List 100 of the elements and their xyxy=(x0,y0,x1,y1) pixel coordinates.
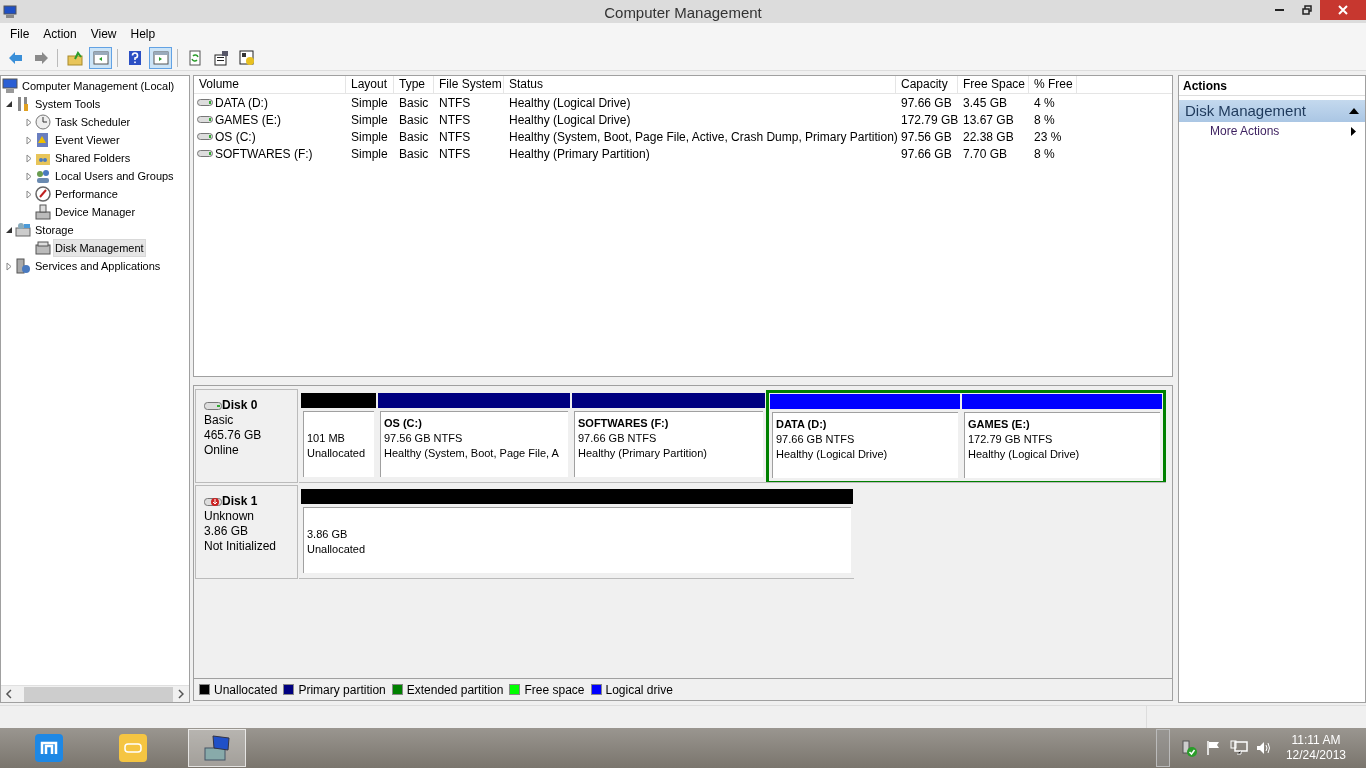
partition-name: DATA (D:) xyxy=(776,417,828,432)
services-icon xyxy=(15,258,31,274)
collapsed-arrow-icon[interactable] xyxy=(26,117,32,127)
restore-icon xyxy=(1301,5,1312,15)
collapsed-arrow-icon[interactable] xyxy=(6,261,12,271)
settings-icon xyxy=(238,49,255,66)
table-cell-text: Simple xyxy=(351,128,388,146)
legend-label: Free space xyxy=(524,681,585,699)
table-cell-text: NTFS xyxy=(439,111,471,129)
taskbar-button[interactable] xyxy=(188,729,246,767)
partition-panel[interactable]: DATA (D:) 97.66 GB NTFS Healthy (Logical Drive) xyxy=(772,412,958,478)
storage-icon xyxy=(15,222,31,238)
drive-icon xyxy=(197,149,213,158)
partition-info: Healthy (Logical Drive) xyxy=(968,447,1081,462)
menu-item[interactable]: Help xyxy=(124,24,162,44)
extended-partition[interactable]: DATA (D:) 97.66 GB NTFS Healthy (Logical Drive) GAMES (E:) 172.79 GB NTFS Healthy (Logical Drive) xyxy=(766,390,1166,482)
partition-info: Healthy (System, Boot, Page File, A xyxy=(384,446,560,461)
table-cell-text: 13.67 GB xyxy=(963,111,1014,129)
partition-info: 101 MB xyxy=(307,431,346,446)
usb-check-icon[interactable] xyxy=(1179,739,1198,757)
collapsed-arrow-icon[interactable] xyxy=(26,189,32,199)
menu-item[interactable]: File xyxy=(4,24,36,44)
partition-info: 3.86 GB xyxy=(307,527,349,542)
network-icon[interactable] xyxy=(1229,740,1248,756)
app-icon xyxy=(3,4,17,19)
tray-scroll[interactable] xyxy=(1155,729,1170,767)
clock-date[interactable]: 12/24/2013 xyxy=(1285,748,1346,763)
partition-name: SOFTWARES (F:) xyxy=(578,416,670,431)
close-icon xyxy=(1338,5,1348,15)
disk-name: Disk 1 xyxy=(222,494,258,509)
partition-info: 97.66 GB NTFS xyxy=(776,432,856,447)
speaker-icon[interactable] xyxy=(1255,740,1272,756)
column-header[interactable]: % Free xyxy=(1029,76,1077,93)
flag-icon[interactable] xyxy=(1205,740,1222,756)
tree-item[interactable]: System Tools xyxy=(33,95,103,113)
section-header[interactable]: Disk Management xyxy=(1179,100,1365,122)
column-header[interactable]: Type xyxy=(394,76,434,93)
submenu-arrow-icon xyxy=(1351,126,1356,136)
properties-icon xyxy=(212,49,229,66)
close-button[interactable] xyxy=(1320,0,1366,20)
folder-up-icon xyxy=(66,49,83,66)
expanded-arrow-icon[interactable] xyxy=(5,226,13,234)
table-cell-text: 97.66 GB xyxy=(901,145,952,163)
tree-item[interactable]: Shared Folders xyxy=(53,149,133,167)
action-pane-icon xyxy=(152,49,169,66)
tree-item[interactable]: Device Manager xyxy=(53,203,138,221)
partition-name: GAMES (E:) xyxy=(968,417,1031,432)
tree-item[interactable]: Task Scheduler xyxy=(53,113,133,131)
collapsed-arrow-icon[interactable] xyxy=(26,135,32,145)
tree-item[interactable]: Services and Applications xyxy=(33,257,163,275)
column-header[interactable]: Free Space xyxy=(958,76,1029,93)
disk-info-panel[interactable]: Disk 0 Basic 465.76 GB Online xyxy=(195,389,298,483)
table-cell-text: Basic xyxy=(399,94,429,112)
table-cell-text: Simple xyxy=(351,111,388,129)
tree-item[interactable]: Performance xyxy=(53,185,120,203)
column-header[interactable]: File System xyxy=(434,76,504,93)
tree-item[interactable]: Local Users and Groups xyxy=(53,167,176,185)
column-header[interactable]: Layout xyxy=(346,76,394,93)
column-header[interactable]: Volume xyxy=(194,76,346,93)
column-header[interactable]: Status xyxy=(504,76,896,93)
disk-info-panel[interactable]: Disk 1 Unknown 3.86 GB Not Initialized xyxy=(195,485,298,579)
pane-title: Actions xyxy=(1179,76,1365,96)
column-header[interactable]: Capacity xyxy=(896,76,958,93)
table-cell-text: 23 % xyxy=(1034,128,1062,146)
table-cell-text: Basic xyxy=(399,128,429,146)
event-log-icon xyxy=(35,132,51,148)
disk-info: Online xyxy=(204,443,240,458)
partition-info: Healthy (Logical Drive) xyxy=(776,447,889,462)
horizontal-scrollbar[interactable] xyxy=(1,685,189,702)
menu-item[interactable]: Action xyxy=(37,24,83,44)
drive-icon xyxy=(197,115,213,124)
collapsed-arrow-icon[interactable] xyxy=(26,171,32,181)
expanded-arrow-icon[interactable] xyxy=(5,100,13,108)
table-cell-text: Basic xyxy=(399,145,429,163)
collapsed-arrow-icon[interactable] xyxy=(26,153,32,163)
tree-item[interactable]: Disk Management xyxy=(53,239,146,257)
table-cell-text: 7.70 GB xyxy=(963,145,1008,163)
legend-label: Unallocated xyxy=(214,681,278,699)
tree-item[interactable]: Computer Management (Local) xyxy=(20,77,177,95)
plugin-icon xyxy=(117,732,149,764)
scrollbar-thumb[interactable] xyxy=(23,686,174,702)
partition-info: Unallocated xyxy=(307,542,367,557)
disk-name: Disk 0 xyxy=(222,398,258,413)
action-item[interactable]: More Actions xyxy=(1179,122,1365,140)
partition-panel[interactable]: 3.86 GB Unallocated xyxy=(303,507,851,573)
table-cell-text: SOFTWARES (F:) xyxy=(215,145,313,163)
partition-info: 97.66 GB NTFS xyxy=(578,431,658,446)
table-cell-text: 8 % xyxy=(1034,111,1055,129)
menu-item[interactable]: View xyxy=(84,24,123,44)
drive-icon xyxy=(197,98,213,107)
tree-item[interactable]: Event Viewer xyxy=(53,131,122,149)
partition-panel[interactable]: 101 MB Unallocated xyxy=(303,411,374,477)
partition-panel[interactable]: OS (C:) 97.56 GB NTFS Healthy (System, Boot, Page File, A xyxy=(380,411,568,477)
partition-panel[interactable]: GAMES (E:) 172.79 GB NTFS Healthy (Logical Drive) xyxy=(964,412,1160,478)
table-cell-text: 8 % xyxy=(1034,145,1055,163)
disk-info: 465.76 GB xyxy=(204,428,263,443)
table-cell-text: Healthy (Primary Partition) xyxy=(509,145,650,163)
drive-icon xyxy=(197,132,213,141)
partition-panel[interactable]: SOFTWARES (F:) 97.66 GB NTFS Healthy (Primary Partition) xyxy=(574,411,763,477)
tree-item[interactable]: Storage xyxy=(33,221,76,239)
